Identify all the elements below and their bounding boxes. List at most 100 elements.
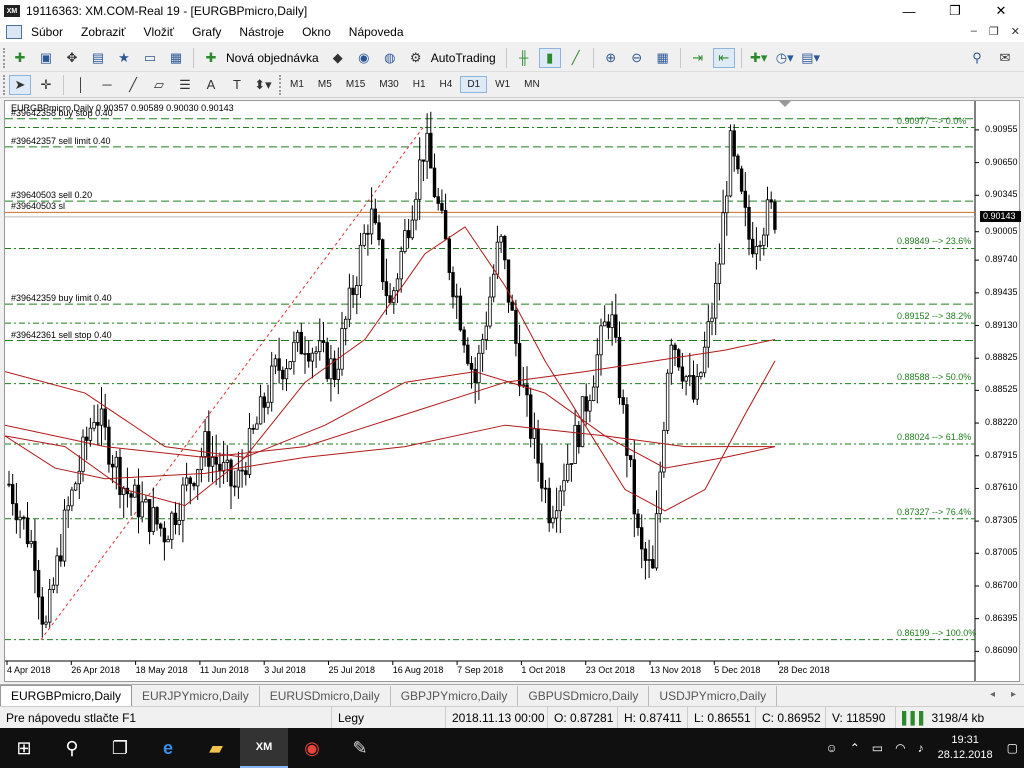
text-label-icon[interactable]: T: [226, 75, 248, 95]
price-tick-label: 0.90650: [985, 156, 1018, 167]
zoom-in-icon[interactable]: ⊕: [600, 48, 622, 68]
navigator-icon[interactable]: ★: [113, 48, 135, 68]
arrows-icon[interactable]: ⬍▾: [252, 75, 274, 95]
meta-editor-icon[interactable]: ◆: [327, 48, 349, 68]
tab-gbpjpy[interactable]: GBPJPYmicro,Daily: [391, 686, 519, 706]
timeframe-m15[interactable]: M15: [340, 77, 371, 92]
menu-charts[interactable]: Grafy: [183, 25, 230, 39]
new-order-button[interactable]: Nová objednávka: [226, 51, 319, 65]
minimize-button[interactable]: —: [886, 0, 932, 22]
bull-candle: [425, 132, 429, 162]
chart-window-icon[interactable]: [6, 25, 22, 39]
signals-icon[interactable]: ◉: [353, 48, 375, 68]
market-watch-icon[interactable]: ▤: [87, 48, 109, 68]
bull-candle: [758, 244, 762, 247]
chart-shift-icon[interactable]: ⇤: [712, 47, 735, 68]
timeframe-d1[interactable]: D1: [460, 76, 488, 93]
new-order-icon[interactable]: ✚: [200, 48, 222, 68]
clock[interactable]: 19:31 28.12.2018: [938, 733, 993, 763]
equidistant-channel-icon[interactable]: ▱: [148, 75, 170, 95]
status-traffic: ▌▌▌ 3198/4 kb: [896, 707, 990, 729]
search-icon[interactable]: ⚲: [48, 728, 96, 768]
vertical-line-icon[interactable]: │: [70, 75, 92, 95]
bear-candle: [447, 238, 451, 273]
timeframe-m5[interactable]: M5: [312, 77, 338, 92]
toolbar-grip[interactable]: [279, 74, 283, 95]
tile-windows-icon[interactable]: ▦: [652, 48, 674, 68]
mdi-restore-button[interactable]: ❐: [989, 25, 999, 38]
crosshair-icon[interactable]: ✛: [35, 75, 57, 95]
notifications-icon[interactable]: ▢: [1007, 741, 1018, 755]
bear-candle: [136, 484, 141, 518]
show-hidden-icons-icon[interactable]: ⌃: [850, 741, 860, 755]
fibonacci-icon[interactable]: ☰: [174, 75, 196, 95]
periods-icon[interactable]: ◷▾: [774, 48, 796, 68]
chat-icon[interactable]: ✉: [994, 48, 1016, 68]
terminal-icon[interactable]: ▭: [139, 48, 161, 68]
new-chart-icon[interactable]: ✚: [9, 48, 31, 68]
bar-chart-icon[interactable]: ╫: [513, 48, 535, 68]
tabs-scroll-left-icon[interactable]: ◂: [990, 689, 995, 700]
menu-insert[interactable]: Vložiť: [135, 25, 184, 39]
status-profile[interactable]: Legy: [332, 706, 446, 729]
line-chart-icon[interactable]: ╱: [565, 48, 587, 68]
tab-usdjpy[interactable]: USDJPYmicro,Daily: [649, 686, 778, 706]
file-explorer-icon[interactable]: ▰: [192, 728, 240, 768]
candlestick-icon[interactable]: ▮: [538, 47, 561, 68]
maximize-button[interactable]: ❐: [932, 0, 978, 22]
toolbar-grip[interactable]: [3, 47, 7, 68]
mdi-close-button[interactable]: ✕: [1011, 25, 1020, 38]
xm-terminal-icon[interactable]: XM: [240, 728, 288, 768]
zoom-out-icon[interactable]: ⊖: [626, 48, 648, 68]
templates-icon[interactable]: ▤▾: [800, 48, 822, 68]
text-icon[interactable]: A: [200, 75, 222, 95]
search-icon[interactable]: ⚲: [966, 48, 988, 68]
paint-icon[interactable]: ✎: [336, 728, 384, 768]
bull-candle: [358, 244, 363, 286]
volume-icon[interactable]: ♪: [918, 741, 924, 755]
timeframe-m30[interactable]: M30: [373, 77, 404, 92]
battery-icon[interactable]: ▭: [872, 741, 883, 755]
people-icon[interactable]: ☺: [825, 741, 837, 755]
menu-window[interactable]: Okno: [293, 25, 340, 39]
profiles-icon[interactable]: ▣: [35, 48, 57, 68]
price-chart[interactable]: [5, 101, 1019, 681]
tab-eurgbp[interactable]: EURGBPmicro,Daily: [0, 685, 133, 706]
tabs-scroll-right-icon[interactable]: ▸: [1011, 689, 1016, 700]
timeframe-m1[interactable]: M1: [284, 77, 310, 92]
menu-file[interactable]: Súbor: [22, 25, 72, 39]
bear-candle: [429, 132, 433, 169]
market-icon[interactable]: ◍: [379, 48, 401, 68]
windows-start-icon[interactable]: ⊞: [0, 728, 48, 768]
timeframe-h4[interactable]: H4: [434, 77, 459, 92]
crosshair-move-icon[interactable]: ✥: [61, 48, 83, 68]
autotrading-icon[interactable]: ⚙: [405, 48, 427, 68]
bear-candle: [277, 358, 281, 371]
trendline-icon[interactable]: ╱: [122, 75, 144, 95]
horizontal-line-icon[interactable]: ─: [96, 75, 118, 95]
tab-eurjpy[interactable]: EURJPYmicro,Daily: [132, 686, 260, 706]
timeframe-mn[interactable]: MN: [518, 77, 546, 92]
menu-view[interactable]: Zobraziť: [72, 25, 135, 39]
chrome-browser-icon[interactable]: ◉: [288, 728, 336, 768]
tab-gbpusd[interactable]: GBPUSDmicro,Daily: [518, 686, 650, 706]
indicators-icon[interactable]: ✚▾: [748, 48, 770, 68]
auto-scroll-icon[interactable]: ⇥: [687, 48, 709, 68]
edge-browser-icon[interactable]: e: [144, 728, 192, 768]
tab-eurusd[interactable]: EURUSDmicro,Daily: [260, 686, 391, 706]
bear-candle: [232, 485, 237, 488]
toolbar-grip[interactable]: [3, 74, 7, 95]
timeframe-h1[interactable]: H1: [407, 77, 432, 92]
menu-tools[interactable]: Nástroje: [230, 25, 293, 39]
bull-candle: [269, 365, 274, 403]
strategy-tester-icon[interactable]: ▦: [165, 48, 187, 68]
autotrading-button[interactable]: AutoTrading: [431, 51, 496, 65]
timeframe-w1[interactable]: W1: [489, 77, 516, 92]
menu-help[interactable]: Nápoveda: [340, 25, 413, 39]
cursor-icon[interactable]: ➤: [9, 74, 31, 95]
network-icon[interactable]: ◠: [895, 741, 905, 755]
mdi-minimize-button[interactable]: –: [971, 25, 977, 38]
chart-window[interactable]: EURGBPmicro,Daily 0.90357 0.90589 0.9003…: [4, 100, 1021, 682]
task-view-icon[interactable]: ❐: [96, 728, 144, 768]
close-button[interactable]: ✕: [978, 0, 1024, 22]
